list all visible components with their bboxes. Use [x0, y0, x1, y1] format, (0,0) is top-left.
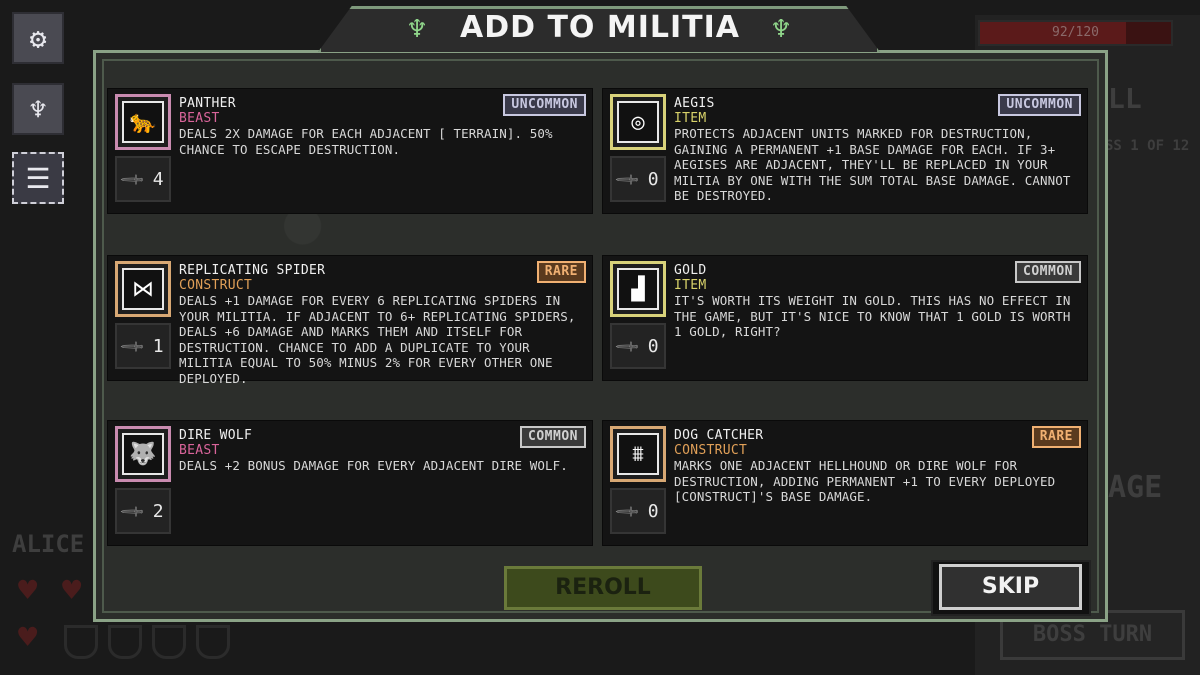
- damage-value: 2: [152, 500, 164, 522]
- gear-icon: ⚙: [29, 21, 47, 55]
- card-portrait: 🐆: [115, 94, 171, 150]
- sword-icon: 🗡: [118, 165, 147, 193]
- sword-icon: 🗡: [118, 497, 147, 525]
- rarity-badge: RARE: [536, 261, 586, 283]
- rarity-badge: RARE: [1031, 426, 1081, 448]
- damage-badge: 🗡 0: [610, 488, 666, 534]
- sword-icon: 🗡: [613, 165, 642, 193]
- wolf-icon: 🐺: [122, 433, 164, 475]
- damage-badge: 🗡 4: [115, 156, 171, 202]
- player-name: ALICE: [12, 530, 85, 558]
- card-type: ITEM: [674, 111, 707, 126]
- card-portrait: ⋈: [115, 261, 171, 317]
- card-type: BEAST: [179, 111, 220, 126]
- card-portrait: ▟: [610, 261, 666, 317]
- sword-icon: 🗡: [613, 332, 642, 360]
- damage-value: 1: [152, 335, 164, 357]
- rarity-badge: COMMON: [520, 426, 586, 448]
- damage-value: 0: [647, 500, 659, 522]
- skip-button[interactable]: SKIP: [939, 564, 1082, 610]
- rarity-badge: COMMON: [1015, 261, 1081, 283]
- card-name: REPLICATING SPIDER: [179, 263, 326, 278]
- shield-icon: [152, 625, 186, 659]
- progress-fragment: SS 1 OF 12: [1105, 138, 1190, 154]
- reroll-button[interactable]: REROLL: [504, 566, 702, 610]
- unit-card-dire-wolf[interactable]: 🐺 🗡 2 DIRE WOLF BEAST DEALS +2 BONUS DAM…: [107, 420, 593, 546]
- unit-card-replicating-spider[interactable]: ⋈ 🗡 1 REPLICATING SPIDER CONSTRUCT DEALS…: [107, 255, 593, 386]
- damage-label-fragment: AGE: [1108, 470, 1163, 505]
- shield-icon: [64, 625, 98, 659]
- card-name: PANTHER: [179, 96, 236, 111]
- card-description: DEALS +2 BONUS DAMAGE FOR EVERY ADJACENT…: [179, 458, 568, 473]
- hp-text: 92/120: [1052, 25, 1099, 40]
- eagle-icon: ♆: [29, 92, 47, 126]
- damage-badge: 🗡 1: [115, 323, 171, 369]
- card-type: ITEM: [674, 278, 707, 293]
- sword-icon: 🗡: [613, 497, 642, 525]
- card-description: DEALS +1 DAMAGE FOR EVERY 6 REPLICATING …: [179, 293, 576, 386]
- card-name: DOG CATCHER: [674, 428, 764, 443]
- modal-title: ADD TO MILITIA: [459, 10, 740, 45]
- panther-icon: 🐆: [122, 101, 164, 143]
- militia-button[interactable]: ♆: [12, 83, 64, 135]
- hp-bar: 92/120: [978, 20, 1173, 46]
- rarity-badge: UNCOMMON: [998, 94, 1081, 116]
- log-button[interactable]: ☰: [12, 152, 64, 204]
- damage-badge: 🗡 0: [610, 323, 666, 369]
- heart-icon: ♥: [62, 571, 82, 609]
- card-description: MARKS ONE ADJACENT HELLHOUND OR DIRE WOL…: [674, 458, 1056, 504]
- card-description: IT'S WORTH ITS WEIGHT IN GOLD. THIS HAS …: [674, 293, 1071, 339]
- sword-icon: 🗡: [118, 332, 147, 360]
- card-portrait: 🐺: [115, 426, 171, 482]
- damage-value: 4: [152, 168, 164, 190]
- gold-icon: ▟: [617, 268, 659, 310]
- shield-icon: [196, 625, 230, 659]
- card-name: AEGIS: [674, 96, 715, 111]
- damage-value: 0: [647, 335, 659, 357]
- list-icon: ☰: [25, 161, 51, 195]
- unit-card-gold[interactable]: ▟ 🗡 0 GOLD ITEM IT'S WORTH ITS WEIGHT IN…: [602, 255, 1088, 381]
- damage-badge: 🗡 2: [115, 488, 171, 534]
- card-name: GOLD: [674, 263, 707, 278]
- heart-icon: ♥: [18, 571, 38, 609]
- unit-card-panther[interactable]: 🐆 🗡 4 PANTHER BEAST DEALS 2X DAMAGE FOR …: [107, 88, 593, 214]
- card-portrait: ⩩: [610, 426, 666, 482]
- card-name: DIRE WOLF: [179, 428, 253, 443]
- card-portrait: ◎: [610, 94, 666, 150]
- spider-icon: ⋈: [122, 268, 164, 310]
- heart-icon: ♥: [18, 618, 38, 656]
- dog-catcher-icon: ⩩: [617, 433, 659, 475]
- damage-badge: 🗡 0: [610, 156, 666, 202]
- rarity-badge: UNCOMMON: [503, 94, 586, 116]
- card-type: CONSTRUCT: [179, 278, 253, 293]
- card-type: BEAST: [179, 443, 220, 458]
- shield-ring-icon: ◎: [617, 101, 659, 143]
- card-type: CONSTRUCT: [674, 443, 748, 458]
- card-description: DEALS 2X DAMAGE FOR EACH ADJACENT [ TERR…: [179, 126, 553, 157]
- damage-value: 0: [647, 168, 659, 190]
- shield-icon: [108, 625, 142, 659]
- settings-button[interactable]: ⚙: [12, 12, 64, 64]
- unit-card-dog-catcher[interactable]: ⩩ 🗡 0 DOG CATCHER CONSTRUCT MARKS ONE AD…: [602, 420, 1088, 546]
- unit-card-aegis[interactable]: ◎ 🗡 0 AEGIS ITEM PROTECTS ADJACENT UNITS…: [602, 88, 1088, 214]
- bg-label-fragment: LL: [1108, 82, 1142, 115]
- card-description: PROTECTS ADJACENT UNITS MARKED FOR DESTR…: [674, 126, 1071, 203]
